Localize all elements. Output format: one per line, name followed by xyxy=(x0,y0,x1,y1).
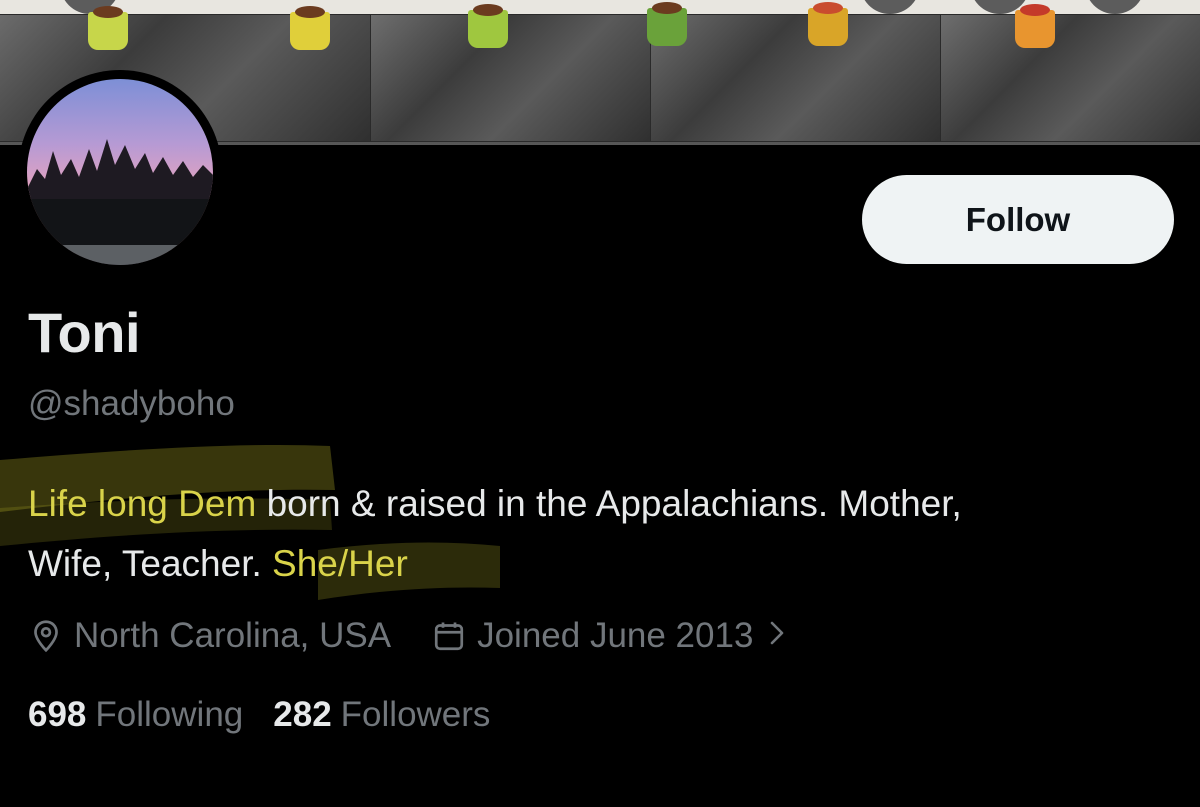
location-item: North Carolina, USA xyxy=(28,616,391,656)
play-doh-pot xyxy=(88,6,128,50)
avatar-image xyxy=(27,79,213,265)
following-count: 698 xyxy=(28,695,87,734)
joined-text: Joined June 2013 xyxy=(477,616,754,655)
following-link[interactable]: 698 Following xyxy=(28,695,243,735)
display-name: Toni xyxy=(28,301,141,364)
play-doh-pot xyxy=(468,4,508,48)
bio-text: born & raised in the Appalachians. Mothe… xyxy=(266,483,962,524)
bio-line-2: Wife, Teacher. She/Her xyxy=(28,534,1188,594)
joined-item[interactable]: Joined June 2013 xyxy=(431,616,797,656)
bio-highlighted-text: Life long Dem xyxy=(28,483,267,524)
bio-text: Wife, Teacher. xyxy=(28,543,273,584)
follow-counts: 698 Following 282 Followers xyxy=(28,695,490,735)
follow-button[interactable]: Follow xyxy=(862,175,1174,264)
play-doh-pot xyxy=(1015,4,1055,48)
chevron-right-icon xyxy=(767,617,797,656)
following-label: Following xyxy=(95,695,244,734)
profile-avatar[interactable] xyxy=(18,70,222,274)
followers-count: 282 xyxy=(273,695,332,734)
profile-bio: Life long Dem born & raised in the Appal… xyxy=(28,474,1188,594)
play-doh-pot xyxy=(647,2,687,46)
bio-line-1: Life long Dem born & raised in the Appal… xyxy=(28,474,1188,534)
bottom-edge xyxy=(0,790,1200,807)
followers-label: Followers xyxy=(340,695,491,734)
location-text: North Carolina, USA xyxy=(74,616,392,655)
calendar-icon xyxy=(434,622,464,651)
followers-link[interactable]: 282 Followers xyxy=(273,695,490,735)
user-handle: @shadyboho xyxy=(28,384,235,423)
profile-meta: North Carolina, USA Joined June 2013 xyxy=(28,612,797,660)
play-doh-pot xyxy=(290,6,330,50)
bio-pronouns: She/Her xyxy=(272,543,408,584)
location-pin-icon xyxy=(34,620,58,653)
play-doh-pot xyxy=(808,2,848,46)
